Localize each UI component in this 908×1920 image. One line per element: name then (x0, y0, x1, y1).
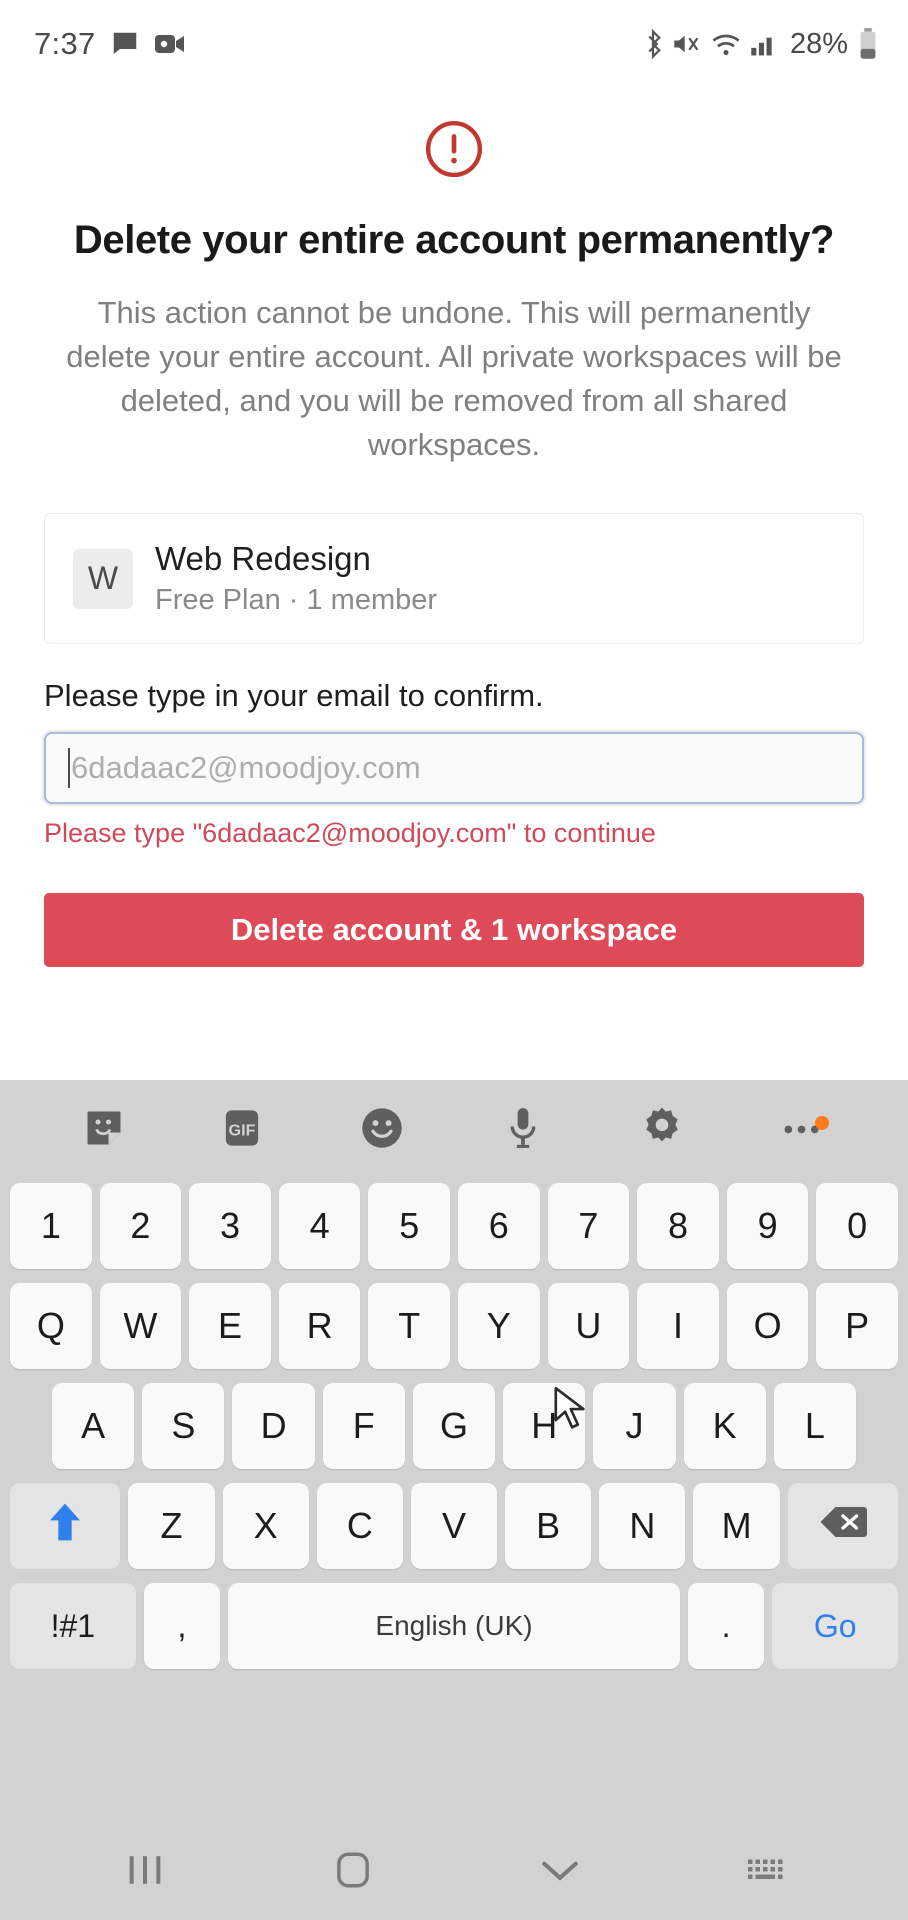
status-clock: 7:37 (34, 26, 96, 61)
sound-mute-icon (672, 30, 702, 58)
key-m[interactable]: M (693, 1483, 780, 1569)
key-l[interactable]: L (773, 1383, 856, 1469)
key-3[interactable]: 3 (189, 1183, 271, 1269)
keyboard-toolbar: GIF (0, 1080, 908, 1176)
key-4[interactable]: 4 (278, 1183, 361, 1269)
battery-percent-label: 28% (789, 27, 848, 60)
cellular-signal-icon (750, 31, 778, 57)
key-y[interactable]: Y (458, 1283, 540, 1369)
key-p[interactable]: P (816, 1283, 898, 1369)
keyboard-switch-icon[interactable] (745, 1854, 787, 1886)
system-navigation-bar (0, 1820, 908, 1920)
status-bar-left: 7:37 (34, 26, 186, 62)
workspace-avatar: W (73, 548, 133, 609)
key-c[interactable]: C (316, 1483, 403, 1569)
key-w[interactable]: W (99, 1283, 182, 1369)
hide-keyboard-icon[interactable] (538, 1854, 582, 1886)
keyboard-row-home: A S D F G H J K L (6, 1376, 902, 1476)
email-input-placeholder: 6dadaac2@moodjoy.com (71, 750, 421, 786)
dialog-description: This action cannot be undone. This will … (66, 295, 842, 463)
virtual-keyboard: GIF 1 2 3 4 5 6 7 8 9 0 Q W E R T Y U I … (0, 1080, 908, 1920)
gif-icon[interactable]: GIF (222, 1106, 262, 1150)
alert-circle-icon (423, 118, 485, 185)
key-g[interactable]: G (412, 1383, 496, 1469)
key-v[interactable]: V (410, 1483, 498, 1569)
emoji-icon[interactable] (359, 1105, 405, 1151)
recents-icon[interactable] (122, 1849, 168, 1891)
key-d[interactable]: D (232, 1383, 315, 1469)
home-icon[interactable] (331, 1848, 375, 1892)
comma-key[interactable]: , (143, 1583, 221, 1669)
key-i[interactable]: I (637, 1283, 719, 1369)
svg-text:GIF: GIF (229, 1121, 256, 1139)
key-q[interactable]: Q (10, 1283, 92, 1369)
backspace-key[interactable] (787, 1483, 898, 1569)
notification-dot (815, 1116, 830, 1130)
key-j[interactable]: J (593, 1383, 676, 1469)
key-f[interactable]: F (322, 1383, 405, 1469)
shift-icon (45, 1500, 85, 1553)
key-7[interactable]: 7 (547, 1183, 630, 1269)
delete-account-button[interactable]: Delete account & 1 workspace (44, 893, 864, 968)
backspace-icon (819, 1505, 867, 1548)
phone-screen: 7:37 28% Delete your entire account perm… (0, 0, 908, 1920)
key-8[interactable]: 8 (637, 1183, 719, 1269)
keyboard-row-qwerty: Q W E R T Y U I O P (6, 1276, 902, 1376)
email-error-message: Please type "6dadaac2@moodjoy.com" to co… (44, 818, 656, 849)
keyboard-row-numbers: 1 2 3 4 5 6 7 8 9 0 (6, 1176, 902, 1276)
video-camera-icon (154, 32, 186, 56)
key-n[interactable]: N (599, 1483, 686, 1569)
key-o[interactable]: O (726, 1283, 809, 1369)
keyboard-rows: 1 2 3 4 5 6 7 8 9 0 Q W E R T Y U I O P … (0, 1176, 908, 1820)
keyboard-row-bottom-letters: Z X C V B N M (6, 1476, 902, 1576)
delete-account-dialog: Delete your entire account permanently? … (0, 88, 908, 968)
symbols-key[interactable]: !#1 (10, 1583, 136, 1669)
status-bar-right: 28% (642, 28, 878, 61)
key-0[interactable]: 0 (816, 1183, 898, 1269)
page-title: Delete your entire account permanently? (73, 218, 835, 262)
keyboard-row-space: !#1 , English (UK) . Go (6, 1576, 902, 1676)
email-confirm-input[interactable]: 6dadaac2@moodjoy.com (44, 732, 864, 805)
status-bar: 7:37 28% (0, 0, 908, 88)
workspace-meta: Web Redesign Free Plan · 1 member (155, 540, 437, 617)
key-x[interactable]: X (222, 1483, 309, 1569)
key-e[interactable]: E (189, 1283, 271, 1369)
shift-key[interactable] (10, 1483, 121, 1569)
workspace-name: Web Redesign (155, 540, 371, 578)
text-caret (68, 748, 70, 789)
key-u[interactable]: U (547, 1283, 630, 1369)
battery-icon (858, 28, 878, 60)
key-5[interactable]: 5 (368, 1183, 450, 1269)
key-z[interactable]: Z (128, 1483, 215, 1569)
confirm-email-form: Please type in your email to confirm. 6d… (44, 678, 864, 849)
key-2[interactable]: 2 (99, 1183, 182, 1269)
workspace-card: W Web Redesign Free Plan · 1 member (44, 513, 864, 645)
more-options-icon[interactable] (781, 1116, 830, 1138)
key-k[interactable]: K (683, 1383, 766, 1469)
go-key[interactable]: Go (772, 1583, 898, 1669)
confirm-email-label: Please type in your email to confirm. (44, 678, 544, 714)
key-t[interactable]: T (368, 1283, 450, 1369)
message-icon (110, 29, 140, 59)
key-h[interactable]: H (503, 1383, 586, 1469)
bluetooth-icon (642, 29, 664, 59)
key-a[interactable]: A (52, 1383, 135, 1469)
key-r[interactable]: R (278, 1283, 361, 1369)
key-9[interactable]: 9 (726, 1183, 809, 1269)
key-1[interactable]: 1 (10, 1183, 92, 1269)
key-b[interactable]: B (505, 1483, 592, 1569)
key-6[interactable]: 6 (458, 1183, 540, 1269)
period-key[interactable]: . (687, 1583, 765, 1669)
space-key[interactable]: English (UK) (228, 1583, 680, 1669)
microphone-icon[interactable] (503, 1105, 543, 1151)
wifi-icon (710, 30, 742, 58)
key-s[interactable]: S (142, 1383, 225, 1469)
sticker-icon[interactable] (83, 1107, 125, 1149)
workspace-subtitle: Free Plan · 1 member (155, 584, 438, 617)
settings-gear-icon[interactable] (640, 1106, 684, 1150)
